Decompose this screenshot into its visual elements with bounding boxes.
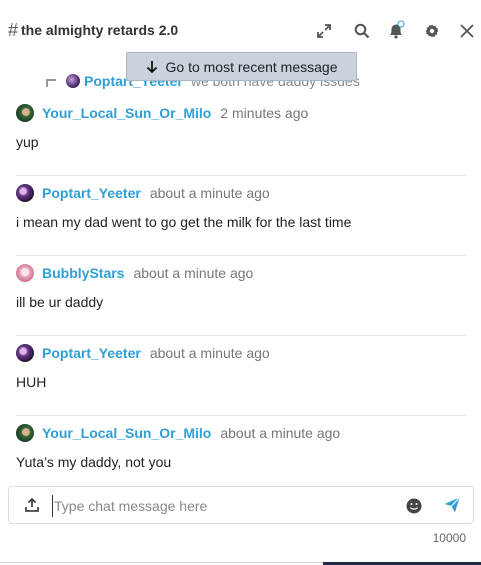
timestamp: about a minute ago <box>149 345 270 361</box>
message-text: Yuta’s my daddy, not you <box>16 454 172 470</box>
reply-curve-icon <box>46 79 56 87</box>
timestamp: about a minute ago <box>133 265 254 281</box>
list-item: Your_Local_Sun_Or_Milo about a minute ag… <box>0 416 481 496</box>
list-item: Your_Local_Sun_Or_Milo 2 minutes ago yup <box>0 96 481 176</box>
avatar[interactable] <box>16 184 34 202</box>
timestamp: 2 minutes ago <box>220 105 309 121</box>
upload-icon[interactable] <box>24 497 40 513</box>
avatar[interactable] <box>16 424 34 442</box>
channel-name: the almighty retards 2.0 <box>21 22 179 38</box>
jump-to-recent-button[interactable]: Go to most recent message <box>126 52 357 81</box>
emoji-icon[interactable] <box>405 497 423 515</box>
username[interactable]: Your_Local_Sun_Or_Milo <box>42 105 211 121</box>
avatar[interactable] <box>16 104 34 122</box>
arrow-down-icon <box>146 60 158 74</box>
chat-composer <box>8 486 474 524</box>
close-icon[interactable] <box>456 20 478 42</box>
message-list: Your_Local_Sun_Or_Milo 2 minutes ago yup… <box>0 96 481 496</box>
avatar[interactable] <box>16 344 34 362</box>
timestamp: about a minute ago <box>220 425 341 441</box>
message-text: ill be ur daddy <box>16 294 104 310</box>
chat-message-input[interactable] <box>52 495 392 517</box>
search-icon[interactable] <box>351 20 373 42</box>
username[interactable]: Your_Local_Sun_Or_Milo <box>42 425 211 441</box>
username[interactable]: BubblyStars <box>42 265 124 281</box>
message-text: yup <box>16 134 39 150</box>
list-item: BubblyStars about a minute ago ill be ur… <box>0 256 481 336</box>
avatar <box>66 74 80 88</box>
username[interactable]: Poptart_Yeeter <box>42 345 141 361</box>
message-text: HUH <box>16 374 47 390</box>
avatar[interactable] <box>16 264 34 282</box>
send-icon[interactable] <box>443 496 461 514</box>
username[interactable]: Poptart_Yeeter <box>42 185 141 201</box>
channel-title: # the almighty retards 2.0 <box>8 21 178 39</box>
list-item: Poptart_Yeeter about a minute ago i mean… <box>0 176 481 256</box>
list-item: Poptart_Yeeter about a minute ago HUH <box>0 336 481 416</box>
timestamp: about a minute ago <box>149 185 270 201</box>
message-text: i mean my dad went to go get the milk fo… <box>16 214 352 230</box>
bell-icon[interactable] <box>385 20 407 42</box>
char-limit-counter: 10000 <box>432 531 466 545</box>
jump-label: Go to most recent message <box>165 58 338 75</box>
expand-icon[interactable] <box>313 20 335 42</box>
hash-icon: # <box>8 20 19 40</box>
gear-icon[interactable] <box>421 20 443 42</box>
